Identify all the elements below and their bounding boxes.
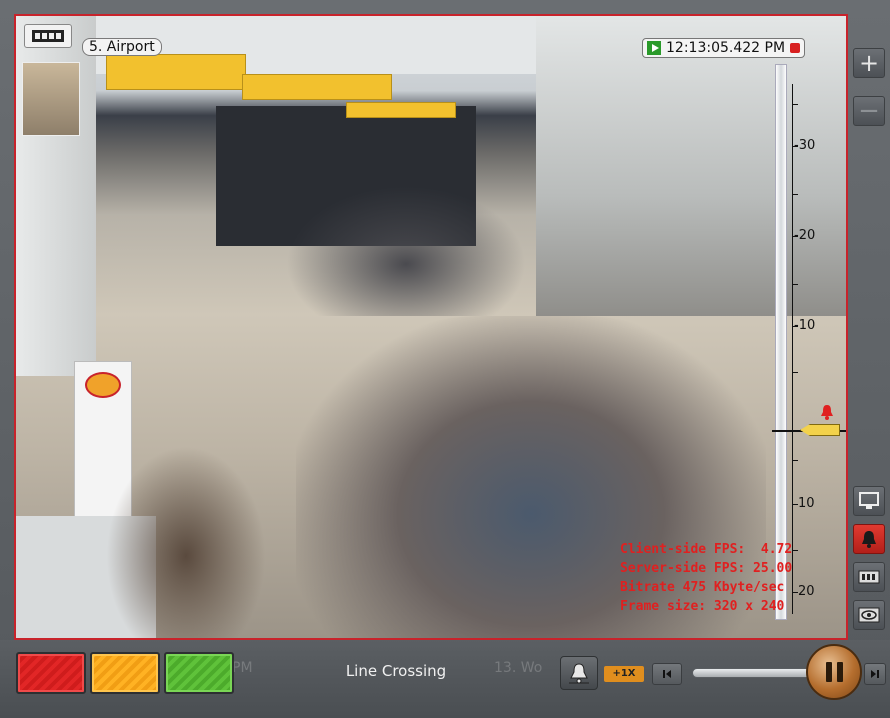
scale-tick <box>792 284 798 285</box>
camera-title: 5. Airport <box>82 38 162 56</box>
threshold-handle[interactable] <box>800 424 840 436</box>
scale-tick <box>792 104 798 105</box>
scale-label: 10 <box>798 496 815 511</box>
zoom-in-button[interactable]: + <box>853 48 885 78</box>
scene-direction-sign <box>346 102 456 118</box>
scale-label: -30 <box>794 138 816 153</box>
pause-icon <box>836 662 843 682</box>
play-icon <box>647 41 661 55</box>
archive-icon <box>858 570 880 584</box>
scale-label: -20 <box>794 228 816 243</box>
scale-track <box>775 64 787 620</box>
scene-crowd <box>286 186 526 316</box>
timestamp-badge: 12:13:05.422 PM <box>642 38 806 58</box>
frame-size-text: Frame size: 320 x 240 <box>620 599 785 614</box>
scale-tick <box>792 550 798 551</box>
step-forward-icon <box>871 670 879 678</box>
scale-tick <box>792 372 798 373</box>
stream-stats: Client-side FPS: 4.72 Server-side FPS: 25… <box>620 540 792 616</box>
zoom-out-button[interactable]: − <box>853 96 885 126</box>
speed-badge: +1X <box>604 666 644 682</box>
event-label: Line Crossing <box>345 662 447 680</box>
alarm-bell-icon <box>862 531 876 548</box>
scale-tick <box>792 460 798 461</box>
scene-direction-sign <box>106 54 246 90</box>
red-alarm-button[interactable] <box>16 652 86 694</box>
client-fps-text: Client-side FPS: 4.72 <box>620 542 793 557</box>
scale-axis <box>792 84 793 614</box>
scene-direction-sign <box>242 74 392 100</box>
scale-label: -10 <box>794 318 816 333</box>
ghost-text: PM <box>232 660 253 676</box>
bitrate-text: Bitrate 475 Kbyte/sec <box>620 580 785 595</box>
app-window: 5. Airport 12:13:05.422 PM -30 -20 -10 1… <box>0 0 890 718</box>
camera-thumbnail[interactable] <box>22 62 80 136</box>
pause-button[interactable] <box>806 644 862 700</box>
green-alarm-button[interactable] <box>164 652 234 694</box>
step-back-icon <box>663 670 671 678</box>
camera-viewport[interactable]: 5. Airport 12:13:05.422 PM -30 -20 -10 1… <box>14 14 848 640</box>
timestamp-text: 12:13:05.422 PM <box>666 40 786 56</box>
archive-icon[interactable] <box>24 24 72 48</box>
archive-button[interactable] <box>853 562 885 592</box>
orange-alarm-button[interactable] <box>90 652 160 694</box>
monitor-button[interactable] <box>853 486 885 516</box>
sensitivity-scale[interactable]: -30 -20 -10 10 20 <box>772 64 846 620</box>
alarm-bell-icon <box>821 405 833 420</box>
eye-icon <box>858 607 880 623</box>
alarm-bell-button[interactable] <box>560 656 598 690</box>
alarm-bell-icon <box>569 663 589 684</box>
burger-king-logo <box>85 372 121 398</box>
step-back-button[interactable] <box>652 663 682 685</box>
scale-tick <box>792 194 798 195</box>
eye-button[interactable] <box>853 600 885 630</box>
server-fps-text: Server-side FPS: 25.00 <box>620 561 793 576</box>
step-forward-button[interactable] <box>864 663 886 685</box>
monitor-icon <box>859 492 879 509</box>
scene-crowd <box>106 446 266 638</box>
record-icon <box>790 43 801 53</box>
playback-speed-slider[interactable] <box>692 668 812 678</box>
ghost-text: 13. Wo <box>494 660 543 676</box>
pause-icon <box>825 662 832 682</box>
alarm-button[interactable] <box>853 524 885 554</box>
scale-label: 20 <box>798 584 815 599</box>
